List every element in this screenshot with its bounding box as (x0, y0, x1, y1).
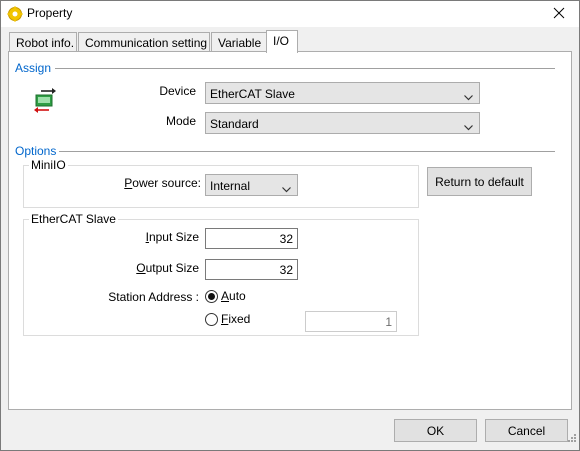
power-source-select[interactable]: Internal (205, 174, 298, 196)
mode-label: Mode (165, 114, 196, 128)
auto-radio-label-rest: uto (229, 289, 246, 303)
device-label: Device (159, 84, 196, 98)
return-to-default-button[interactable]: Return to default (427, 167, 532, 196)
miniio-group-label: MiniIO (29, 158, 68, 172)
input-size-label: Input Size (109, 230, 199, 244)
auto-radio-label: Auto (221, 289, 246, 303)
assign-section-label: Assign (15, 61, 52, 75)
station-address-auto-radio[interactable]: Auto (205, 289, 246, 303)
output-size-label-rest: utput Size (145, 261, 199, 275)
station-address-label: Station Address : (108, 290, 199, 304)
output-size-field[interactable]: 32 (205, 259, 298, 280)
options-divider (59, 151, 555, 152)
tab-robot-info[interactable]: Robot info. (9, 32, 77, 52)
fixed-radio-indicator[interactable] (205, 312, 218, 326)
ok-button[interactable]: OK (394, 419, 477, 442)
close-button[interactable] (539, 1, 579, 27)
tab-io[interactable]: I/O (266, 30, 298, 53)
tab-variable[interactable]: Variable (211, 32, 267, 52)
input-size-field[interactable]: 32 (205, 228, 298, 249)
assign-divider (55, 68, 555, 69)
fixed-address-field[interactable]: 1 (305, 311, 397, 332)
cancel-button[interactable]: Cancel (485, 419, 568, 442)
station-address-fixed-radio[interactable]: Fixed (205, 312, 250, 326)
resize-grip-icon[interactable] (566, 433, 576, 447)
power-source-label: Power source: (109, 176, 201, 190)
property-dialog: Property Robot info. Communication setti… (0, 0, 580, 451)
power-source-label-rest: ower source: (132, 176, 201, 190)
input-size-label-rest: nput Size (148, 230, 199, 244)
auto-radio-label-access: A (221, 289, 230, 303)
fixed-radio-label-rest: ixed (228, 312, 251, 326)
window-title: Property (27, 6, 73, 20)
chevron-down-icon (282, 182, 291, 196)
fixed-radio-label: Fixed (221, 312, 250, 326)
chevron-down-icon (464, 120, 473, 134)
tab-communication-setting[interactable]: Communication setting (78, 32, 210, 52)
chevron-down-icon (464, 90, 473, 104)
io-transfer-icon (33, 87, 57, 116)
ethercat-slave-group-label: EtherCAT Slave (29, 212, 118, 226)
title-bar: Property (1, 1, 579, 27)
io-tab-panel: Assign Device EtherCAT Slave Mode Standa… (8, 51, 572, 410)
device-select[interactable]: EtherCAT Slave (205, 82, 480, 104)
mode-select-value: Standard (210, 117, 259, 131)
gear-icon (7, 6, 23, 22)
mode-select[interactable]: Standard (205, 112, 480, 134)
close-icon (553, 7, 565, 22)
output-size-label-access: O (136, 261, 146, 275)
auto-radio-indicator[interactable] (205, 289, 218, 303)
device-select-value: EtherCAT Slave (210, 87, 295, 101)
power-source-select-value: Internal (210, 179, 251, 193)
output-size-label: Output Size (109, 261, 199, 275)
options-section-label: Options (15, 144, 57, 158)
